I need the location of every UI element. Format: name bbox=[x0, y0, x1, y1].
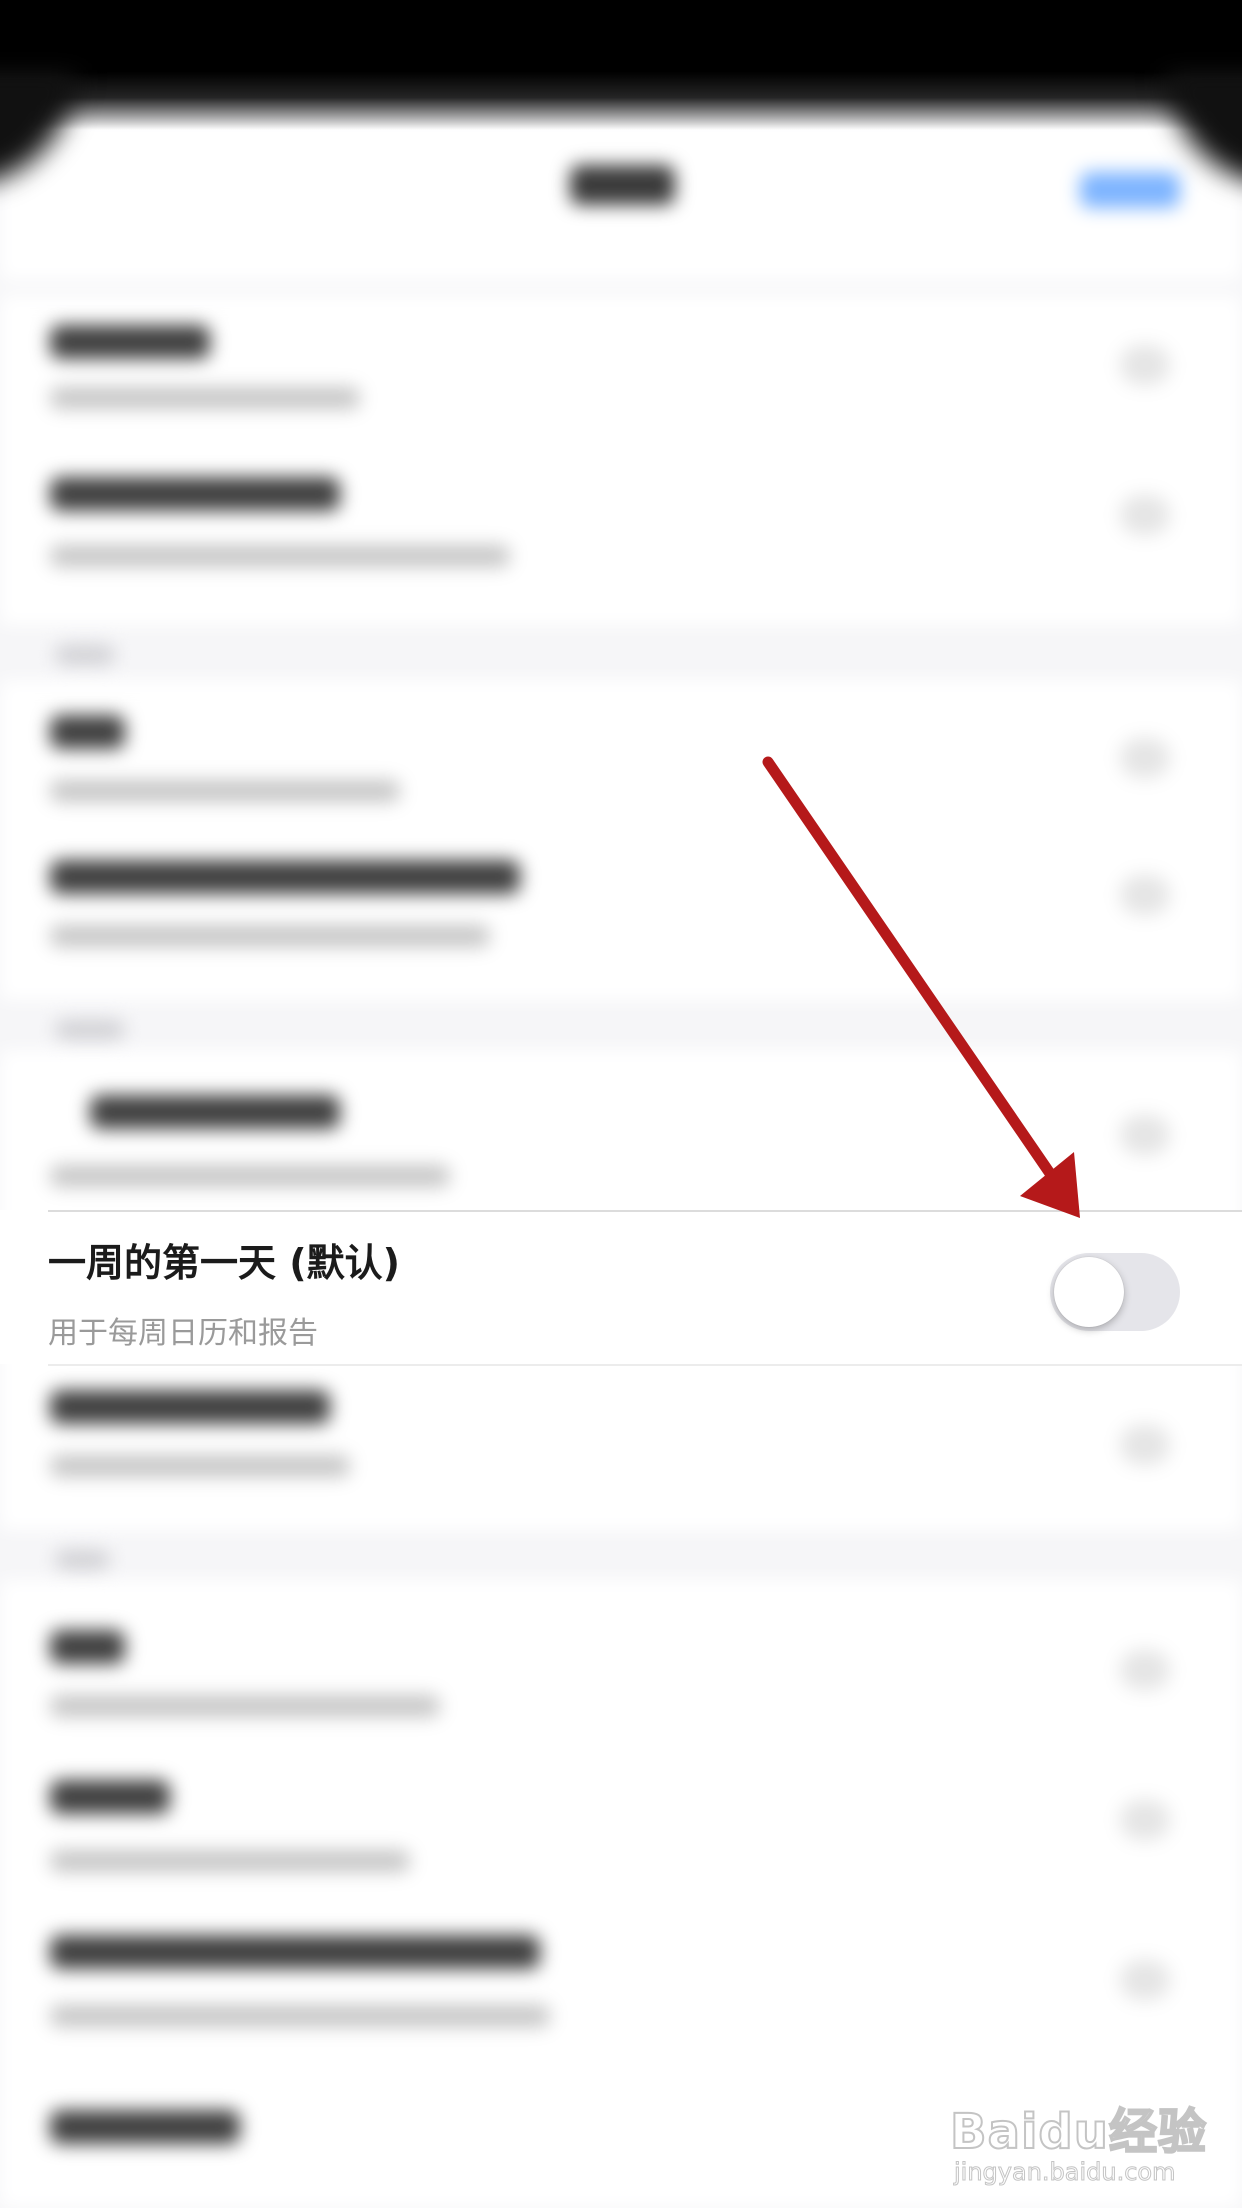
blurred-row-subtitle bbox=[50, 1455, 350, 1477]
blurred-row-title bbox=[50, 1935, 540, 1969]
blurred-row-control[interactable] bbox=[1120, 495, 1170, 535]
blurred-row-control[interactable] bbox=[1120, 1800, 1170, 1840]
watermark-logo-text: Baidu经验 bbox=[949, 2103, 1207, 2161]
blurred-row-control[interactable] bbox=[1120, 1115, 1170, 1155]
blurred-row-subtitle bbox=[50, 2005, 550, 2027]
blurred-section-header bbox=[55, 645, 115, 665]
blurred-row-title bbox=[50, 1780, 170, 1814]
blurred-row-control[interactable] bbox=[1120, 345, 1170, 385]
blurred-row-subtitle bbox=[50, 387, 360, 409]
settings-screen: 一周的第一天 (默认) 用于每周日历和报告 Baidu经验 jingyan.ba… bbox=[0, 0, 1242, 2208]
blurred-row-title bbox=[50, 325, 210, 359]
blurred-row-control[interactable] bbox=[1120, 738, 1170, 778]
device-corner-left bbox=[0, 70, 100, 190]
row-divider bbox=[48, 1210, 1242, 1212]
blurred-section-header bbox=[55, 1550, 110, 1570]
blurred-row-subtitle bbox=[50, 1850, 410, 1872]
blurred-row-control[interactable] bbox=[1120, 1960, 1170, 2000]
first-day-of-week-subtitle: 用于每周日历和报告 bbox=[48, 1316, 318, 1351]
blurred-row-title bbox=[50, 477, 340, 511]
settings-section-2 bbox=[0, 680, 1242, 1000]
blurred-row-control[interactable] bbox=[1120, 1650, 1170, 1690]
blurred-row-control[interactable] bbox=[1120, 875, 1170, 915]
blurred-row-subtitle bbox=[50, 545, 510, 567]
blurred-row-title bbox=[50, 1630, 125, 1664]
blurred-section-header bbox=[55, 1020, 125, 1040]
device-top-edge bbox=[0, 0, 1242, 130]
blurred-row-subtitle bbox=[50, 780, 400, 802]
settings-section-1 bbox=[0, 295, 1242, 625]
device-corner-right bbox=[1142, 70, 1242, 190]
baidu-watermark: Baidu经验 jingyan.baidu.com bbox=[949, 2070, 1230, 2190]
toggle-knob bbox=[1054, 1257, 1124, 1327]
blurred-row-title bbox=[50, 1390, 330, 1424]
first-day-of-week-toggle[interactable] bbox=[1050, 1253, 1180, 1331]
blurred-row-subtitle bbox=[50, 1695, 440, 1717]
blurred-row-control[interactable] bbox=[1120, 1425, 1170, 1465]
watermark-url: jingyan.baidu.com bbox=[953, 2158, 1176, 2187]
blurred-row-subtitle bbox=[50, 925, 490, 947]
nav-title-placeholder bbox=[570, 165, 675, 205]
blurred-settings-background bbox=[0, 0, 1242, 2208]
blurred-row-title bbox=[90, 1095, 340, 1129]
blurred-row-subtitle bbox=[50, 1165, 450, 1187]
blurred-row-title bbox=[50, 2110, 240, 2144]
blurred-row-title bbox=[50, 715, 125, 749]
row-divider bbox=[48, 1364, 1242, 1366]
first-day-of-week-title: 一周的第一天 (默认) bbox=[48, 1241, 400, 1285]
blurred-row-title bbox=[50, 860, 520, 894]
